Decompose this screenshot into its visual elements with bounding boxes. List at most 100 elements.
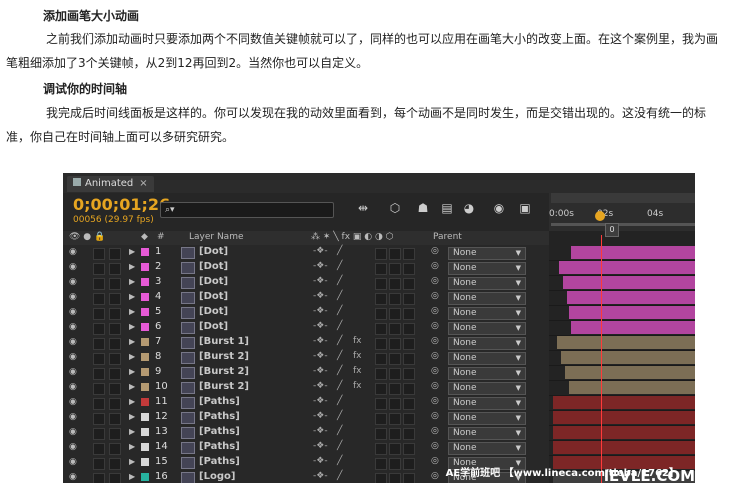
quality-switch-icon[interactable]: ╱ <box>337 366 342 376</box>
layer-duration-bar[interactable] <box>571 321 695 334</box>
adjustment-switch[interactable] <box>389 263 401 275</box>
layer-duration-bar[interactable] <box>553 396 695 409</box>
lock-toggle[interactable] <box>109 443 121 455</box>
quality-switch-icon[interactable]: ╱ <box>337 336 342 346</box>
expand-triangle-icon[interactable]: ▶ <box>129 352 135 361</box>
solo-toggle[interactable] <box>93 308 105 320</box>
parent-pickwhip-icon[interactable]: ◎ <box>431 396 439 406</box>
adjustment-switch[interactable] <box>389 383 401 395</box>
parent-select[interactable]: None ▼ <box>448 412 526 425</box>
lock-toggle[interactable] <box>109 323 121 335</box>
layer-name[interactable]: [Paths] <box>199 426 240 437</box>
parent-pickwhip-icon[interactable]: ◎ <box>431 321 439 331</box>
expand-triangle-icon[interactable]: ▶ <box>129 382 135 391</box>
adjustment-switch[interactable] <box>389 323 401 335</box>
visibility-eye-icon[interactable]: ◉ <box>69 457 77 467</box>
shy-switch-icon[interactable]: -❖- <box>313 471 328 481</box>
3d-layer-switch[interactable] <box>403 413 415 425</box>
layer-name[interactable]: [Dot] <box>199 321 228 332</box>
visibility-eye-icon[interactable]: ◉ <box>69 352 77 362</box>
layer-duration-bar[interactable] <box>561 351 695 364</box>
layer-duration-bar[interactable] <box>569 306 695 319</box>
expand-triangle-icon[interactable]: ▶ <box>129 397 135 406</box>
layer-name[interactable]: [Paths] <box>199 456 240 467</box>
fx-switch[interactable]: fx <box>353 351 362 361</box>
layer-label-color[interactable] <box>141 383 149 391</box>
layer-label-color[interactable] <box>141 248 149 256</box>
lock-toggle[interactable] <box>109 308 121 320</box>
parent-select[interactable]: None ▼ <box>448 382 526 395</box>
parent-pickwhip-icon[interactable]: ◎ <box>431 276 439 286</box>
layer-name[interactable]: [Paths] <box>199 441 240 452</box>
adjustment-switch[interactable] <box>389 338 401 350</box>
motion-blur-icon[interactable]: ◕ <box>459 201 479 217</box>
3d-layer-switch[interactable] <box>403 338 415 350</box>
3d-layer-switch[interactable] <box>403 323 415 335</box>
layer-duration-bar[interactable] <box>563 276 695 289</box>
layer-duration-bar[interactable] <box>565 366 695 379</box>
adjustment-switch[interactable] <box>389 443 401 455</box>
motion-blur-switch[interactable] <box>375 383 387 395</box>
expand-triangle-icon[interactable]: ▶ <box>129 262 135 271</box>
lock-toggle[interactable] <box>109 293 121 305</box>
solo-toggle[interactable] <box>93 278 105 290</box>
3d-layer-switch[interactable] <box>403 248 415 260</box>
tab-animated[interactable]: Animated × <box>67 176 154 192</box>
parent-pickwhip-icon[interactable]: ◎ <box>431 471 439 481</box>
parent-pickwhip-icon[interactable]: ◎ <box>431 366 439 376</box>
adjustment-switch[interactable] <box>389 473 401 483</box>
current-timecode[interactable]: 0;00;01;26 <box>73 195 170 214</box>
shy-switch-icon[interactable]: -❖- <box>313 396 328 406</box>
motion-blur-switch[interactable] <box>375 308 387 320</box>
shy-switch-icon[interactable]: -❖- <box>313 426 328 436</box>
work-area-bar[interactable] <box>551 223 695 226</box>
lock-toggle[interactable] <box>109 398 121 410</box>
parent-select[interactable]: None ▼ <box>448 427 526 440</box>
expand-triangle-icon[interactable]: ▶ <box>129 412 135 421</box>
3d-layer-switch[interactable] <box>403 383 415 395</box>
expand-triangle-icon[interactable]: ▶ <box>129 367 135 376</box>
parent-pickwhip-icon[interactable]: ◎ <box>431 381 439 391</box>
shy-layers-icon[interactable]: ☗ <box>413 201 433 217</box>
visibility-eye-icon[interactable]: ◉ <box>69 337 77 347</box>
quality-switch-icon[interactable]: ╱ <box>337 306 342 316</box>
layer-label-color[interactable] <box>141 278 149 286</box>
expand-triangle-icon[interactable]: ▶ <box>129 307 135 316</box>
layer-name[interactable]: [Paths] <box>199 396 240 407</box>
expand-triangle-icon[interactable]: ▶ <box>129 442 135 451</box>
quality-switch-icon[interactable]: ╱ <box>337 351 342 361</box>
parent-pickwhip-icon[interactable]: ◎ <box>431 336 439 346</box>
visibility-eye-icon[interactable]: ◉ <box>69 442 77 452</box>
solo-toggle[interactable] <box>93 428 105 440</box>
shy-switch-icon[interactable]: -❖- <box>313 291 328 301</box>
layer-duration-bar[interactable] <box>559 261 695 274</box>
parent-select[interactable]: None ▼ <box>448 442 526 455</box>
shy-switch-icon[interactable]: -❖- <box>313 336 328 346</box>
quality-switch-icon[interactable]: ╱ <box>337 381 342 391</box>
expand-triangle-icon[interactable]: ▶ <box>129 292 135 301</box>
adjustment-switch[interactable] <box>389 398 401 410</box>
quality-switch-icon[interactable]: ╱ <box>337 411 342 421</box>
solo-toggle[interactable] <box>93 413 105 425</box>
expand-triangle-icon[interactable]: ▶ <box>129 322 135 331</box>
shy-switch-icon[interactable]: -❖- <box>313 456 328 466</box>
adjustment-switch[interactable] <box>389 248 401 260</box>
composition-mini-flowchart-icon[interactable]: ⇹ <box>353 201 373 217</box>
motion-blur-switch[interactable] <box>375 248 387 260</box>
solo-toggle[interactable] <box>93 443 105 455</box>
quality-switch-icon[interactable]: ╱ <box>337 426 342 436</box>
expand-triangle-icon[interactable]: ▶ <box>129 337 135 346</box>
layer-label-color[interactable] <box>141 323 149 331</box>
adjustment-switch[interactable] <box>389 413 401 425</box>
visibility-eye-icon[interactable]: ◉ <box>69 367 77 377</box>
layer-label-color[interactable] <box>141 263 149 271</box>
solo-toggle[interactable] <box>93 293 105 305</box>
quality-switch-icon[interactable]: ╱ <box>337 261 342 271</box>
visibility-eye-icon[interactable]: ◉ <box>69 307 77 317</box>
visibility-eye-icon[interactable]: ◉ <box>69 412 77 422</box>
3d-layer-switch[interactable] <box>403 443 415 455</box>
visibility-eye-icon[interactable]: ◉ <box>69 247 77 257</box>
layer-label-color[interactable] <box>141 428 149 436</box>
visibility-eye-icon[interactable]: ◉ <box>69 292 77 302</box>
layer-label-color[interactable] <box>141 293 149 301</box>
